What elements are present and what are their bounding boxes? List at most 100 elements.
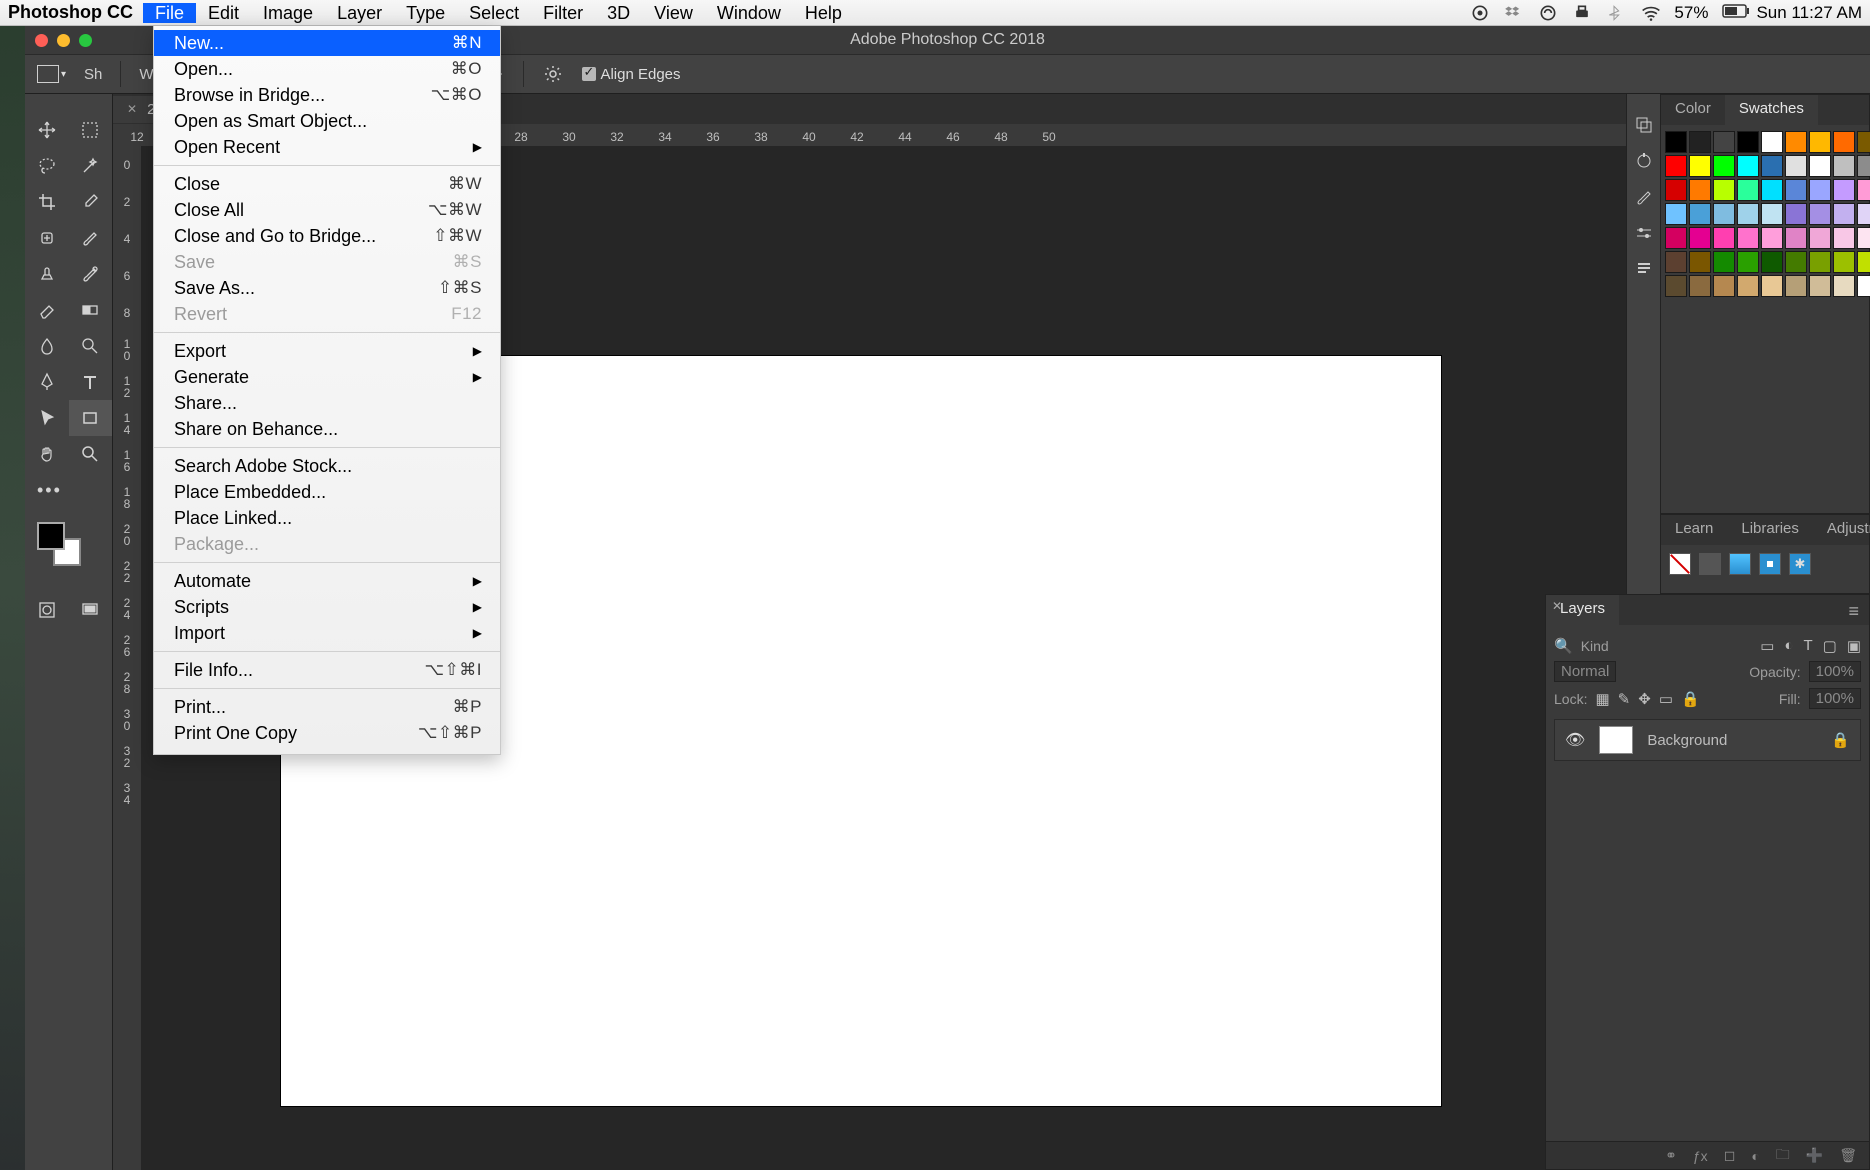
swatch[interactable] bbox=[1857, 227, 1870, 249]
menu-select[interactable]: Select bbox=[457, 3, 531, 23]
properties-panel-icon[interactable] bbox=[1633, 150, 1655, 172]
foreground-color[interactable] bbox=[37, 522, 65, 550]
lasso-tool[interactable] bbox=[25, 148, 69, 184]
menu-item-close[interactable]: Close⌘W bbox=[154, 171, 500, 197]
swatch[interactable] bbox=[1713, 227, 1735, 249]
learn-tab[interactable]: Learn bbox=[1661, 515, 1727, 545]
swatch[interactable] bbox=[1689, 251, 1711, 273]
blend-mode-select[interactable]: Normal bbox=[1554, 661, 1616, 682]
swatch[interactable] bbox=[1833, 179, 1855, 201]
swatches-tab[interactable]: Swatches bbox=[1725, 95, 1818, 125]
menu-item-share[interactable]: Share... bbox=[154, 390, 500, 416]
layer-thumbnail[interactable] bbox=[1599, 726, 1633, 754]
shape-preview-button[interactable]: ▾ bbox=[37, 65, 66, 83]
swatch[interactable] bbox=[1665, 179, 1687, 201]
no-adjustment-icon[interactable] bbox=[1669, 553, 1691, 575]
menu-layer[interactable]: Layer bbox=[325, 3, 394, 23]
swatch[interactable] bbox=[1857, 203, 1870, 225]
lock-position-icon[interactable]: ✥ bbox=[1638, 690, 1651, 708]
swatch[interactable] bbox=[1809, 155, 1831, 177]
rect-marquee-tool[interactable] bbox=[69, 112, 113, 148]
dropbox-icon[interactable] bbox=[1504, 3, 1524, 23]
swatch[interactable] bbox=[1833, 227, 1855, 249]
menu-item-browse-in-bridge[interactable]: Browse in Bridge...⌥⌘O bbox=[154, 82, 500, 108]
printer-icon[interactable] bbox=[1572, 3, 1592, 23]
swatch[interactable] bbox=[1761, 251, 1783, 273]
paragraph-panel-icon[interactable] bbox=[1633, 258, 1655, 280]
zoom-tool[interactable] bbox=[69, 436, 113, 472]
swatch[interactable] bbox=[1713, 203, 1735, 225]
lock-artboard-icon[interactable]: ▭ bbox=[1659, 690, 1673, 708]
healing-brush-tool[interactable] bbox=[25, 220, 69, 256]
gradient-fill-icon[interactable] bbox=[1729, 553, 1751, 575]
swatch[interactable] bbox=[1785, 275, 1807, 297]
swatch[interactable] bbox=[1833, 251, 1855, 273]
eyedropper-tool[interactable] bbox=[69, 184, 113, 220]
swatch[interactable] bbox=[1785, 251, 1807, 273]
gradient-tool[interactable] bbox=[69, 292, 113, 328]
menu-item-close-all[interactable]: Close All⌥⌘W bbox=[154, 197, 500, 223]
swatch[interactable] bbox=[1761, 179, 1783, 201]
swatch[interactable] bbox=[1713, 179, 1735, 201]
swatch[interactable] bbox=[1665, 227, 1687, 249]
swatch[interactable] bbox=[1785, 203, 1807, 225]
lock-image-icon[interactable]: ✎ bbox=[1618, 690, 1631, 708]
menu-image[interactable]: Image bbox=[251, 3, 325, 23]
rectangle-tool[interactable] bbox=[69, 400, 113, 436]
blur-tool[interactable] bbox=[25, 328, 69, 364]
swatch[interactable] bbox=[1785, 131, 1807, 153]
gear-icon[interactable] bbox=[542, 63, 564, 85]
wifi-icon[interactable] bbox=[1640, 3, 1660, 23]
dodge-tool[interactable] bbox=[69, 328, 113, 364]
color-tab[interactable]: Color bbox=[1661, 95, 1725, 125]
swatch[interactable] bbox=[1857, 131, 1870, 153]
swatch[interactable] bbox=[1761, 203, 1783, 225]
swatch[interactable] bbox=[1785, 227, 1807, 249]
swatch[interactable] bbox=[1761, 275, 1783, 297]
swatch[interactable] bbox=[1857, 179, 1870, 201]
swatch[interactable] bbox=[1713, 131, 1735, 153]
menu-filter[interactable]: Filter bbox=[531, 3, 595, 23]
maximize-window-button[interactable] bbox=[79, 34, 92, 47]
link-layers-icon[interactable]: ⚭ bbox=[1665, 1147, 1677, 1164]
menu-item-print[interactable]: Print...⌘P bbox=[154, 694, 500, 720]
creative-cloud-icon[interactable] bbox=[1470, 3, 1490, 23]
swatch[interactable] bbox=[1785, 155, 1807, 177]
menu-item-save-as[interactable]: Save As...⇧⌘S bbox=[154, 275, 500, 301]
menu-item-print-one-copy[interactable]: Print One Copy⌥⇧⌘P bbox=[154, 720, 500, 746]
new-layer-icon[interactable]: ➕ bbox=[1806, 1147, 1823, 1164]
swatch[interactable] bbox=[1737, 251, 1759, 273]
panel-menu-icon[interactable]: ≡ bbox=[1838, 595, 1869, 625]
foreground-background-colors[interactable] bbox=[37, 522, 81, 566]
swatch[interactable] bbox=[1809, 251, 1831, 273]
menu-view[interactable]: View bbox=[642, 3, 705, 23]
swatch[interactable] bbox=[1665, 251, 1687, 273]
opacity-field[interactable]: 100% bbox=[1809, 661, 1861, 682]
swatch[interactable] bbox=[1665, 155, 1687, 177]
menu-item-export[interactable]: Export▶ bbox=[154, 338, 500, 364]
brushes-panel-icon[interactable] bbox=[1633, 186, 1655, 208]
delete-layer-icon[interactable]: 🗑 bbox=[1839, 1147, 1857, 1164]
brush-settings-panel-icon[interactable] bbox=[1633, 222, 1655, 244]
new-group-icon[interactable]: 🗀 bbox=[1776, 1144, 1790, 1168]
screenmode-button[interactable] bbox=[69, 592, 113, 628]
close-window-button[interactable] bbox=[35, 34, 48, 47]
layer-visibility-icon[interactable]: 👁 bbox=[1565, 730, 1585, 750]
minimize-window-button[interactable] bbox=[57, 34, 70, 47]
new-fill-icon[interactable]: ◐ bbox=[1751, 1148, 1759, 1164]
menu-help[interactable]: Help bbox=[793, 3, 854, 23]
swatch[interactable] bbox=[1689, 155, 1711, 177]
menu-edit[interactable]: Edit bbox=[196, 3, 251, 23]
crop-tool[interactable] bbox=[25, 184, 69, 220]
swatch[interactable] bbox=[1689, 203, 1711, 225]
swatch[interactable] bbox=[1761, 227, 1783, 249]
menu-item-generate[interactable]: Generate▶ bbox=[154, 364, 500, 390]
edit-toolbar-button[interactable]: ••• bbox=[25, 472, 112, 508]
swatch[interactable] bbox=[1809, 179, 1831, 201]
lock-all-icon[interactable]: 🔒 bbox=[1681, 690, 1700, 708]
libraries-tab[interactable]: Libraries bbox=[1727, 515, 1813, 545]
menu-item-file-info[interactable]: File Info...⌥⇧⌘I bbox=[154, 657, 500, 683]
swatch[interactable] bbox=[1665, 275, 1687, 297]
brush-tool[interactable] bbox=[69, 220, 113, 256]
filter-adjust-icon[interactable]: ◐ bbox=[1784, 637, 1793, 655]
